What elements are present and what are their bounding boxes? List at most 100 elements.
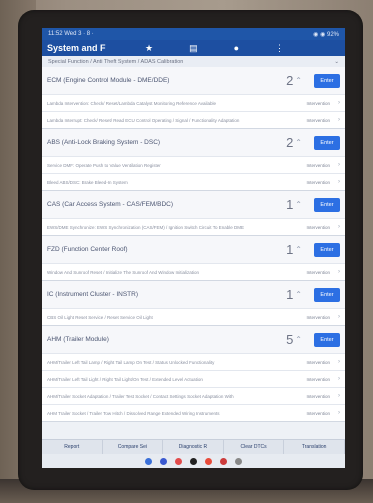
function-row[interactable]: AHM Trailer Socket / Trailer Tow Hitch /… xyxy=(42,404,345,421)
enter-button[interactable]: Enter xyxy=(314,197,340,212)
chevron-right-icon[interactable]: › xyxy=(330,376,340,382)
enter-button[interactable]: Enter xyxy=(314,287,340,302)
dock-app-icon[interactable] xyxy=(190,457,197,465)
function-name: Lambda Interrupt: Check/ Reset/ Read ECU… xyxy=(47,117,240,123)
module-function-count: 2 xyxy=(286,73,294,88)
module-header[interactable]: AHM (Trailer Module) 5 ⌃ Enter xyxy=(42,326,345,353)
enter-button[interactable]: Enter xyxy=(314,332,340,347)
function-row[interactable]: AHM/Trailer Socket Adaptation / Trailer … xyxy=(42,387,345,404)
chevron-right-icon[interactable]: › xyxy=(330,410,340,416)
module-name: IC (Instrument Cluster - INSTR) xyxy=(47,291,139,298)
enter-button[interactable]: Enter xyxy=(314,73,340,88)
function-status: Intervention xyxy=(306,393,330,399)
diagnostic-report-button[interactable]: Diagnostic R xyxy=(163,440,224,454)
module-header[interactable]: CAS (Car Access System - CAS/FEM/BDC) 1 ⌃ E… xyxy=(42,191,345,218)
status-right: ◉ ◉ 92% xyxy=(313,31,339,38)
chevron-right-icon[interactable]: › xyxy=(330,393,340,399)
dock-app-icon[interactable] xyxy=(160,457,167,465)
function-status: Intervention xyxy=(306,314,330,320)
function-status: Intervention xyxy=(306,162,330,168)
chevron-right-icon[interactable]: › xyxy=(330,314,340,320)
function-status: Intervention xyxy=(306,359,330,365)
list-icon[interactable]: ▤ xyxy=(189,43,198,54)
chevron-up-icon[interactable]: ⌃ xyxy=(295,138,302,147)
function-status: Intervention xyxy=(306,117,330,123)
status-bar: 11:52 Wed 3 · 8 · ◉ ◉ 92% xyxy=(42,28,345,40)
function-row[interactable]: Window And Sunroof Reset / Initialize Th… xyxy=(42,263,345,280)
app-title: System and F xyxy=(47,43,106,53)
module-card: AHM (Trailer Module) 5 ⌃ Enter AHM/Trailer L… xyxy=(42,326,345,422)
function-name: Service DMF: Operate Push to Value Venti… xyxy=(47,162,161,168)
module-header[interactable]: IC (Instrument Cluster - INSTR) 1 ⌃ Enter xyxy=(42,281,345,308)
module-name: ABS (Anti-Lock Braking System - DSC) xyxy=(47,139,161,146)
module-name: AHM (Trailer Module) xyxy=(47,336,109,343)
translation-button[interactable]: Translation xyxy=(284,440,345,454)
function-row[interactable]: CBS Oil Light Reset Service / Reset Serv… xyxy=(42,308,345,325)
function-status: Intervention xyxy=(306,179,330,185)
dock-app-icon[interactable] xyxy=(145,457,152,465)
module-header[interactable]: ECM (Engine Control Module - DME/DDE) 2 ⌃ E… xyxy=(42,67,345,94)
person-icon[interactable]: ● xyxy=(234,43,239,53)
module-card: ABS (Anti-Lock Braking System - DSC) 2 ⌃ En… xyxy=(42,129,345,191)
chevron-right-icon[interactable]: › xyxy=(330,179,340,185)
compare-button[interactable]: Compare Sei xyxy=(103,440,164,454)
tablet-screen: 11:52 Wed 3 · 8 · ◉ ◉ 92% System and F ★… xyxy=(42,28,345,468)
function-name: CBS Oil Light Reset Service / Reset Serv… xyxy=(47,314,153,320)
function-status: Intervention xyxy=(306,376,330,382)
report-button[interactable]: Report xyxy=(42,440,103,454)
module-card: CAS (Car Access System - CAS/FEM/BDC) 1 ⌃ E… xyxy=(42,191,345,236)
function-row[interactable]: Lambda Interrupt: Check/ Reset/ Read ECU… xyxy=(42,111,345,128)
module-card: FZD (Function Center Roof) 1 ⌃ Enter Window … xyxy=(42,236,345,281)
dock-app-icon[interactable] xyxy=(205,457,212,465)
function-row[interactable]: Lambda Intervention: Check/ Reset/Lambda… xyxy=(42,94,345,111)
app-bar: System and F ★ ▤ ● ⋮ xyxy=(42,40,345,56)
module-card: IC (Instrument Cluster - INSTR) 1 ⌃ Enter CB… xyxy=(42,281,345,326)
function-status: Intervention xyxy=(306,224,330,230)
function-name: AHM/Trailer Socket Adaptation / Trailer … xyxy=(47,393,234,399)
chevron-up-icon[interactable]: ⌃ xyxy=(295,200,302,209)
function-name: AHM Trailer Socket / Trailer Tow Hitch /… xyxy=(47,410,220,416)
function-row[interactable]: AHM/Trailer Left Tail Light / Right Tail… xyxy=(42,370,345,387)
function-status: Intervention xyxy=(306,100,330,106)
enter-button[interactable]: Enter xyxy=(314,135,340,150)
chevron-right-icon[interactable]: › xyxy=(330,269,340,275)
chevron-right-icon[interactable]: › xyxy=(330,100,340,106)
chevron-up-icon[interactable]: ⌃ xyxy=(295,245,302,254)
function-name: Window And Sunroof Reset / Initialize Th… xyxy=(47,269,200,275)
function-row[interactable]: AHM/Trailer Left Tail Lamp / Right Tail … xyxy=(42,353,345,370)
chevron-up-icon[interactable]: ⌃ xyxy=(295,335,302,344)
clear-dtcs-button[interactable]: Clear DTCs xyxy=(224,440,285,454)
function-row[interactable]: Service DMF: Operate Push to Value Venti… xyxy=(42,156,345,173)
chevron-right-icon[interactable]: › xyxy=(330,359,340,365)
dock-app-icon[interactable] xyxy=(235,457,242,465)
enter-button[interactable]: Enter xyxy=(314,242,340,257)
bottom-toolbar: Report Compare Sei Diagnostic R Clear DT… xyxy=(42,439,345,454)
star-icon[interactable]: ★ xyxy=(145,43,153,54)
module-list: ECM (Engine Control Module - DME/DDE) 2 ⌃ E… xyxy=(42,67,345,422)
module-header[interactable]: ABS (Anti-Lock Braking System - DSC) 2 ⌃ En… xyxy=(42,129,345,156)
module-function-count: 2 xyxy=(286,135,294,150)
module-header[interactable]: FZD (Function Center Roof) 1 ⌃ Enter xyxy=(42,236,345,263)
module-name: ECM (Engine Control Module - DME/DDE) xyxy=(47,77,170,84)
function-row[interactable]: Bleed ABS/DSC: Brake Bleed-In System Inte… xyxy=(42,173,345,190)
chevron-up-icon[interactable]: ⌃ xyxy=(295,290,302,299)
module-name: CAS (Car Access System - CAS/FEM/BDC) xyxy=(47,201,174,208)
function-name: Bleed ABS/DSC: Brake Bleed-In System xyxy=(47,179,128,185)
chevron-down-icon[interactable]: ⌄ xyxy=(334,59,339,65)
dock-app-icon[interactable] xyxy=(220,457,227,465)
chevron-right-icon[interactable]: › xyxy=(330,224,340,230)
status-time: 11:52 Wed 3 · 8 · xyxy=(48,31,94,37)
function-row[interactable]: EWS/DME Synchronize: EWS Synchronization… xyxy=(42,218,345,235)
chevron-right-icon[interactable]: › xyxy=(330,117,340,123)
module-function-count: 1 xyxy=(286,287,294,302)
function-name: Lambda Intervention: Check/ Reset/Lambda… xyxy=(47,100,217,106)
function-name: AHM/Trailer Left Tail Light / Right Tail… xyxy=(47,376,203,382)
dock-app-icon[interactable] xyxy=(175,457,182,465)
module-function-count: 1 xyxy=(286,242,294,257)
function-status: Intervention xyxy=(306,269,330,275)
chevron-right-icon[interactable]: › xyxy=(330,162,340,168)
module-card: ECM (Engine Control Module - DME/DDE) 2 ⌃ E… xyxy=(42,67,345,129)
function-name: AHM/Trailer Left Tail Lamp / Right Tail … xyxy=(47,359,215,365)
more-icon[interactable]: ⋮ xyxy=(275,43,284,54)
chevron-up-icon[interactable]: ⌃ xyxy=(295,76,302,85)
